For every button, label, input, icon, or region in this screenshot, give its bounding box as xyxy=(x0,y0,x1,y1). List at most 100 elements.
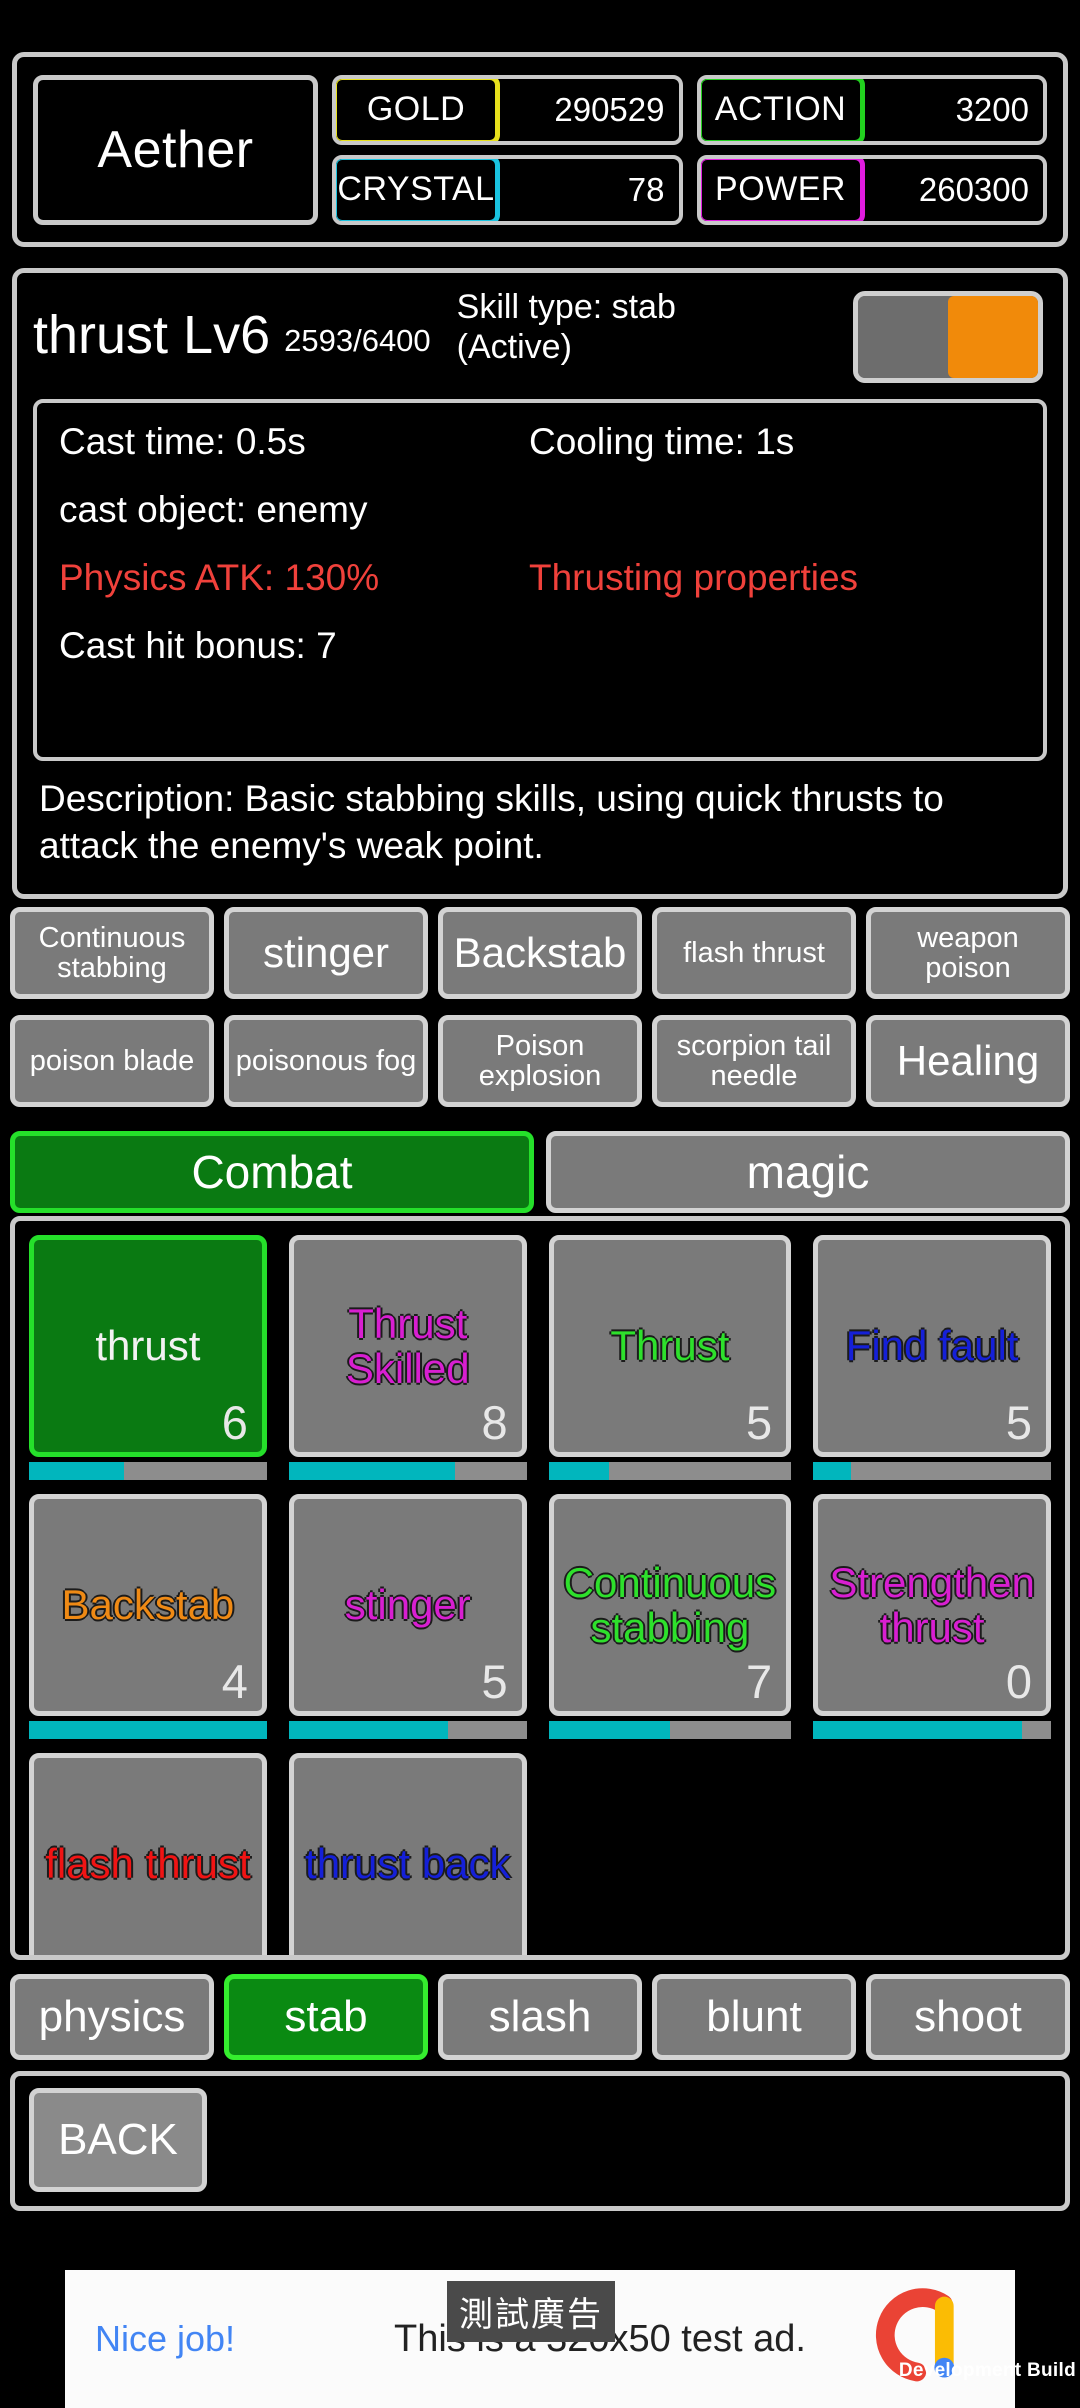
skill-card[interactable]: thrust back xyxy=(288,1753,527,1955)
skill-type-line1: Skill type: stab xyxy=(456,288,676,326)
skill-exp: 2593/6400 xyxy=(284,323,431,358)
related-skill-chip[interactable]: poison blade xyxy=(10,1015,214,1107)
skill-card-level: 5 xyxy=(1005,1396,1032,1449)
related-skill-chip-label: scorpion tail needle xyxy=(676,1029,832,1092)
category-tabs: Combat magic xyxy=(10,1131,1070,1213)
skill-card-progress-bar xyxy=(548,1721,792,1739)
skill-stats-box: Cast time: 0.5s Cooling time: 1s cast ob… xyxy=(33,399,1047,761)
skill-card-level: 0 xyxy=(1005,1655,1032,1708)
filter-stab[interactable]: stab xyxy=(224,1974,428,2060)
skill-card-level: 5 xyxy=(746,1396,773,1449)
thrusting-properties: Thrusting properties xyxy=(529,557,859,598)
skill-card-name: Thrust Skilled xyxy=(345,1299,470,1392)
filter-shoot[interactable]: shoot xyxy=(866,1974,1070,2060)
related-skill-chip[interactable]: flash thrust xyxy=(652,907,856,999)
skill-card-progress-fill xyxy=(288,1462,456,1480)
footer-panel: BACK xyxy=(10,2071,1070,2211)
skill-card[interactable]: Thrust Skilled 8 xyxy=(288,1235,527,1457)
toggle-thumb xyxy=(948,296,1038,378)
related-skill-chip-label: flash thrust xyxy=(683,936,825,969)
skill-card-name: Strengthen thrust xyxy=(829,1558,1035,1651)
skill-card[interactable]: Continuous stabbing 7 xyxy=(548,1494,792,1716)
stats-grid: GOLD 290529 ACTION 3200 CRYSTAL 78 POWER… xyxy=(332,74,1047,225)
skill-card[interactable]: Find fault 5 xyxy=(813,1235,1051,1457)
skill-card-cell: flash thrust xyxy=(29,1753,267,1955)
stat-action-label: ACTION xyxy=(700,78,865,141)
skill-card-progress-bar xyxy=(548,1462,792,1480)
related-skill-chip[interactable]: Backstab xyxy=(438,907,642,999)
skill-card-level: 8 xyxy=(481,1396,508,1449)
ad-test-overlay-label: 測試廣告 xyxy=(447,2281,615,2342)
related-skill-chip-label: Backstab xyxy=(453,928,627,976)
skill-card-level: 4 xyxy=(221,1655,248,1708)
related-skill-chip[interactable]: stinger xyxy=(224,907,428,999)
skill-card-cell: Thrust 5 xyxy=(548,1235,792,1480)
tab-combat[interactable]: Combat xyxy=(10,1131,534,1213)
back-button[interactable]: BACK xyxy=(29,2088,207,2192)
skill-card-name: Find fault xyxy=(845,1322,1019,1370)
skill-card-progress-bar xyxy=(813,1721,1051,1739)
skill-card-progress-bar xyxy=(813,1462,1051,1480)
filter-slash[interactable]: slash xyxy=(438,1974,642,2060)
skill-card[interactable]: flash thrust xyxy=(29,1753,267,1955)
related-skill-chip-label: Poison explosion xyxy=(478,1029,602,1092)
skill-card-level: 5 xyxy=(481,1655,508,1708)
skill-card-cell: thrust back xyxy=(288,1753,527,1955)
related-skill-chip[interactable]: poisonous fog xyxy=(224,1015,428,1107)
status-bar: Aether GOLD 290529 ACTION 3200 CRYSTAL 7… xyxy=(12,52,1068,247)
skill-card-progress-fill xyxy=(288,1721,449,1739)
related-skill-row-2: poison blade poisonous fog Poison explosio… xyxy=(10,1015,1070,1107)
ad-cta[interactable]: Nice job! xyxy=(95,2318,325,2360)
stat-gold-value: 290529 xyxy=(554,90,665,128)
skill-detail-panel: thrust Lv6 2593/6400 Skill type: stab (A… xyxy=(12,268,1068,899)
skill-card-progress-bar xyxy=(29,1462,267,1480)
related-skill-chip[interactable]: Poison explosion xyxy=(438,1015,642,1107)
cast-object: cast object: enemy xyxy=(59,489,368,530)
related-skill-chip[interactable]: Healing xyxy=(866,1015,1070,1107)
related-skill-chip[interactable]: weapon poison xyxy=(866,907,1070,999)
skill-card-progress-fill xyxy=(813,1462,852,1480)
filter-blunt[interactable]: blunt xyxy=(652,1974,856,2060)
related-skill-chip-label: poisonous fog xyxy=(235,1044,417,1077)
cast-time: Cast time: 0.5s xyxy=(59,421,306,462)
skill-card-progress-bar xyxy=(29,1721,267,1739)
related-skill-chip-label: poison blade xyxy=(29,1044,195,1077)
skill-card[interactable]: Thrust 5 xyxy=(548,1235,792,1457)
skill-card-name: Continuous stabbing xyxy=(563,1558,777,1651)
related-skill-chip[interactable]: scorpion tail needle xyxy=(652,1015,856,1107)
skill-card-progress-fill xyxy=(29,1462,125,1480)
skill-active-toggle[interactable] xyxy=(853,291,1043,383)
stat-power-value: 260300 xyxy=(918,170,1029,208)
skill-card-progress-fill xyxy=(548,1721,670,1739)
skill-card-name: Thrust xyxy=(610,1322,730,1370)
skill-card-progress-fill xyxy=(29,1721,267,1739)
skill-card[interactable]: thrust 6 xyxy=(29,1235,267,1457)
skill-card-name: Backstab xyxy=(61,1581,235,1629)
related-skill-chip[interactable]: Continuous stabbing xyxy=(10,907,214,999)
related-skill-row-1: Continuous stabbing stinger Backstab flash … xyxy=(10,907,1070,999)
tab-magic[interactable]: magic xyxy=(546,1131,1070,1213)
skill-card-cell: Strengthen thrust 0 xyxy=(813,1494,1051,1739)
stat-crystal: CRYSTAL 78 xyxy=(332,154,683,225)
stat-crystal-label: CRYSTAL xyxy=(335,158,500,221)
related-skill-chip-label: Continuous stabbing xyxy=(38,921,186,984)
skill-card[interactable]: stinger 5 xyxy=(288,1494,527,1716)
skill-card-progress-fill xyxy=(548,1462,610,1480)
stat-power: POWER 260300 xyxy=(696,154,1047,225)
player-name: Aether xyxy=(97,120,254,179)
skill-card[interactable]: Backstab 4 xyxy=(29,1494,267,1716)
damage-type-filters: physics stab slash blunt shoot xyxy=(10,1974,1070,2060)
skill-card-cell: Backstab 4 xyxy=(29,1494,267,1739)
player-name-plate: Aether xyxy=(33,74,318,225)
development-build-watermark: Development Build xyxy=(898,2360,1076,2381)
filter-physics[interactable]: physics xyxy=(10,1974,214,2060)
related-skill-chip-label: stinger xyxy=(262,928,390,976)
stat-gold-label: GOLD xyxy=(335,78,500,141)
skill-card-name: thrust xyxy=(95,1322,201,1370)
skill-card[interactable]: Strengthen thrust 0 xyxy=(813,1494,1051,1716)
toggle-track xyxy=(858,296,948,378)
stat-crystal-value: 78 xyxy=(627,170,665,208)
skill-type-line2: (Active) xyxy=(456,328,572,366)
skill-stat-row-times: Cast time: 0.5s Cooling time: 1s xyxy=(59,421,1021,463)
stat-action-value: 3200 xyxy=(955,90,1029,128)
